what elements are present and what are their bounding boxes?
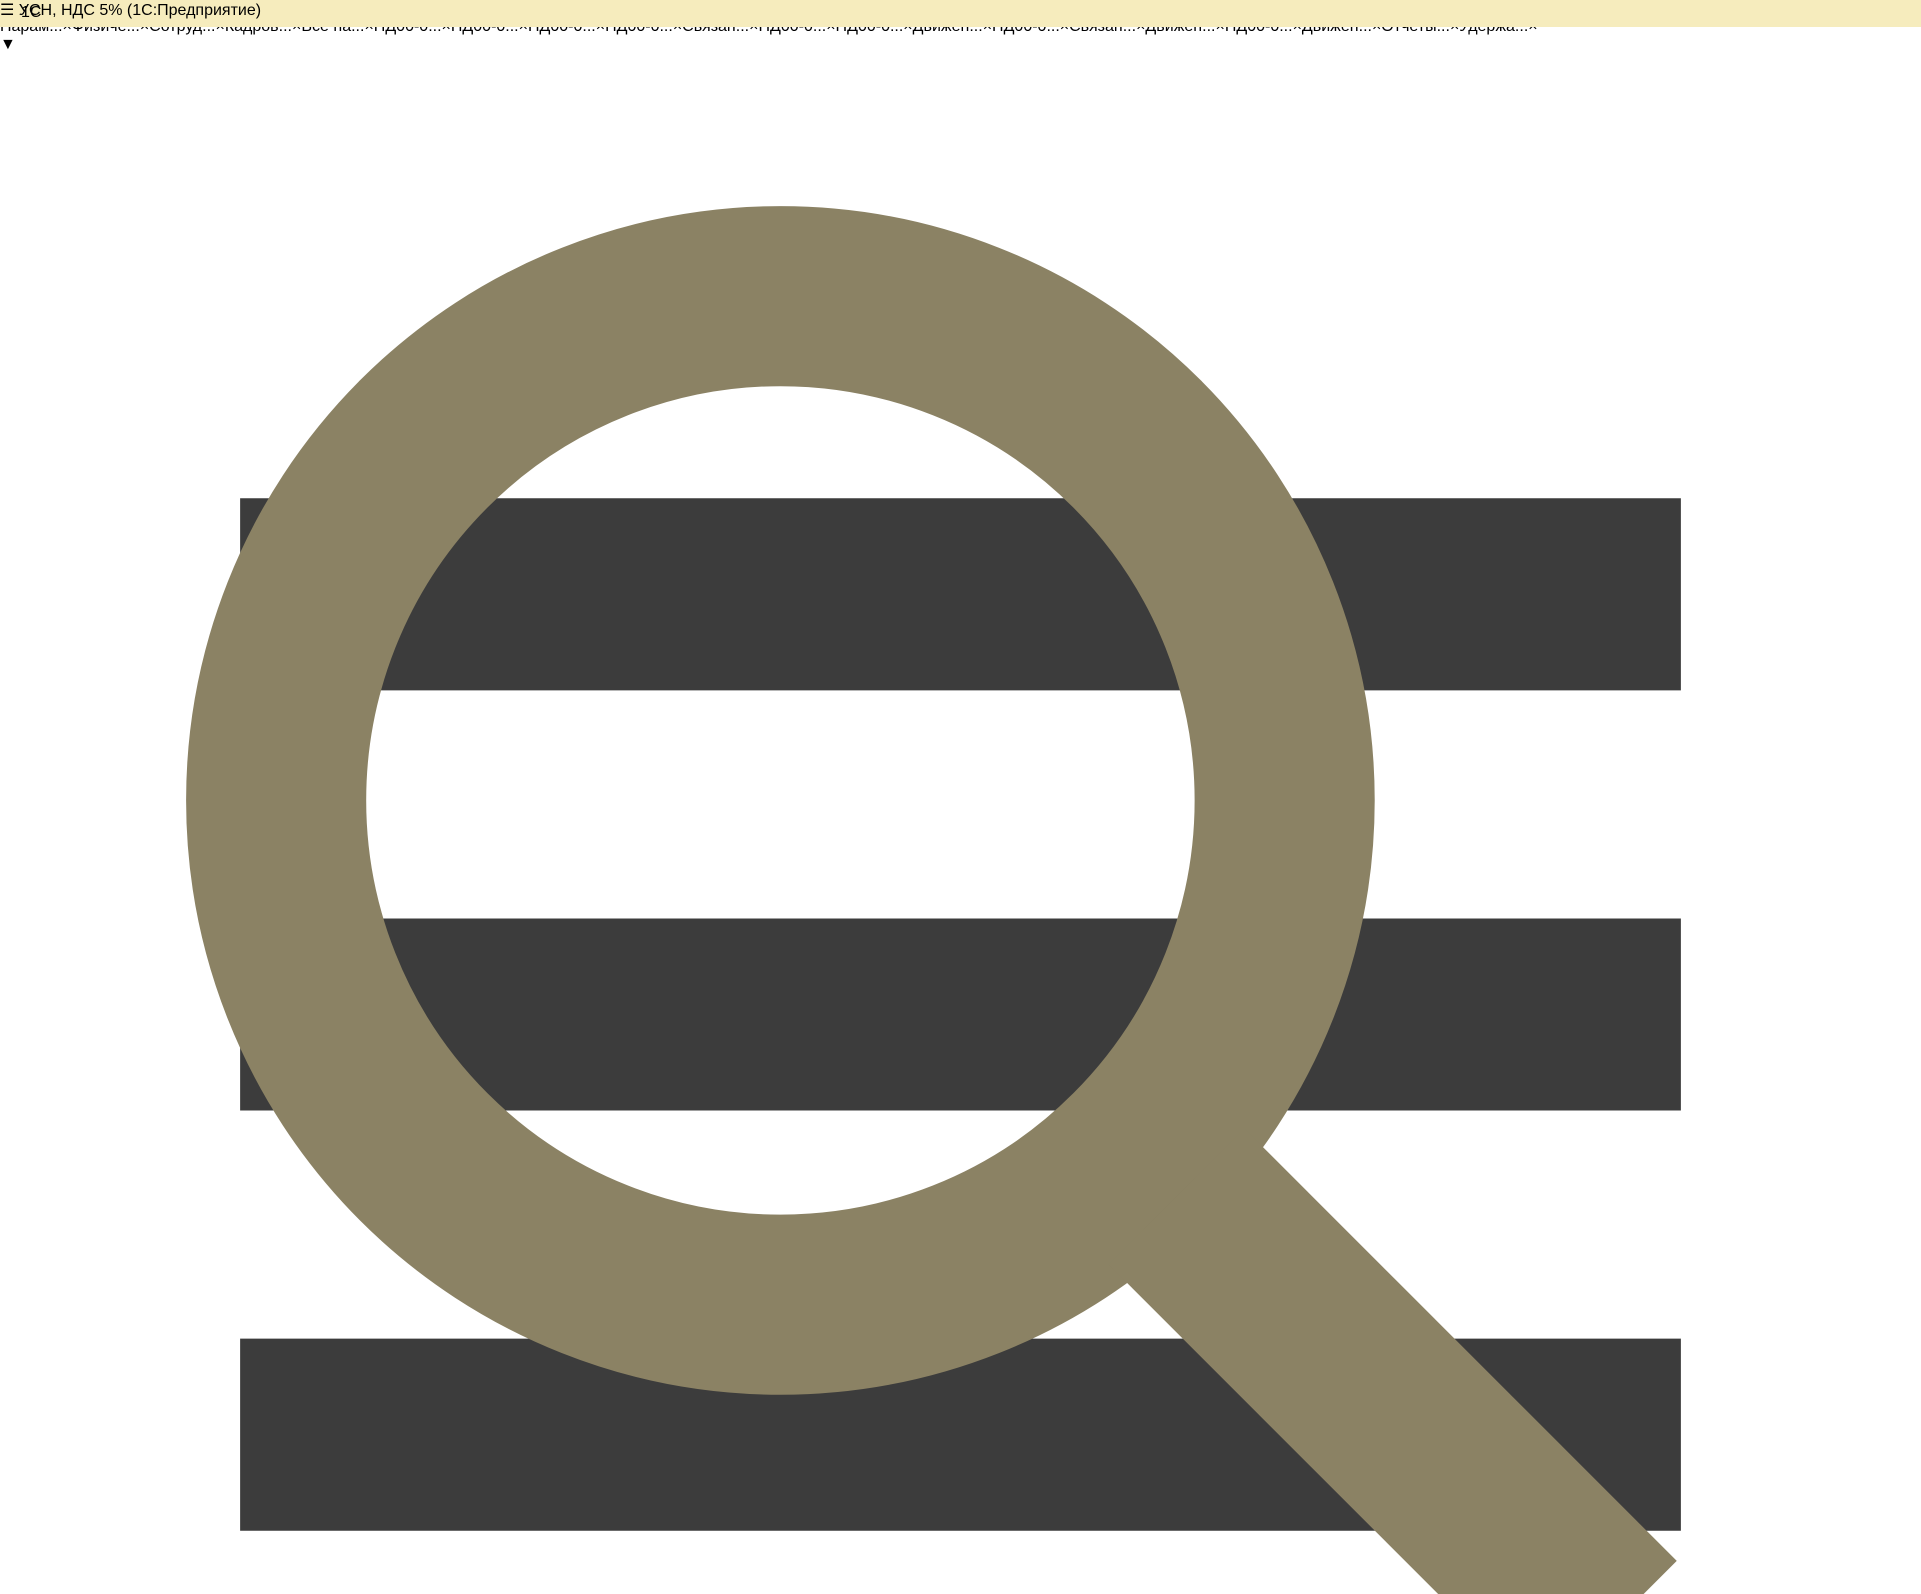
global-search-input[interactable]: Поиск Ctrl+Shift+F [0, 20, 1921, 1594]
title-bar: 1С ☰ УСН, НДС 5% (1С:Предприятие) Поиск … [0, 0, 1921, 27]
app-window: 1С ☰ УСН, НДС 5% (1С:Предприятие) Поиск … [0, 0, 1921, 797]
1c-logo: 1С [21, 4, 41, 22]
window-title: УСН, НДС 5% (1С:Предприятие) [19, 2, 261, 19]
search-icon [0, 20, 1921, 1594]
main-menu-icon[interactable]: ☰ [0, 2, 14, 19]
